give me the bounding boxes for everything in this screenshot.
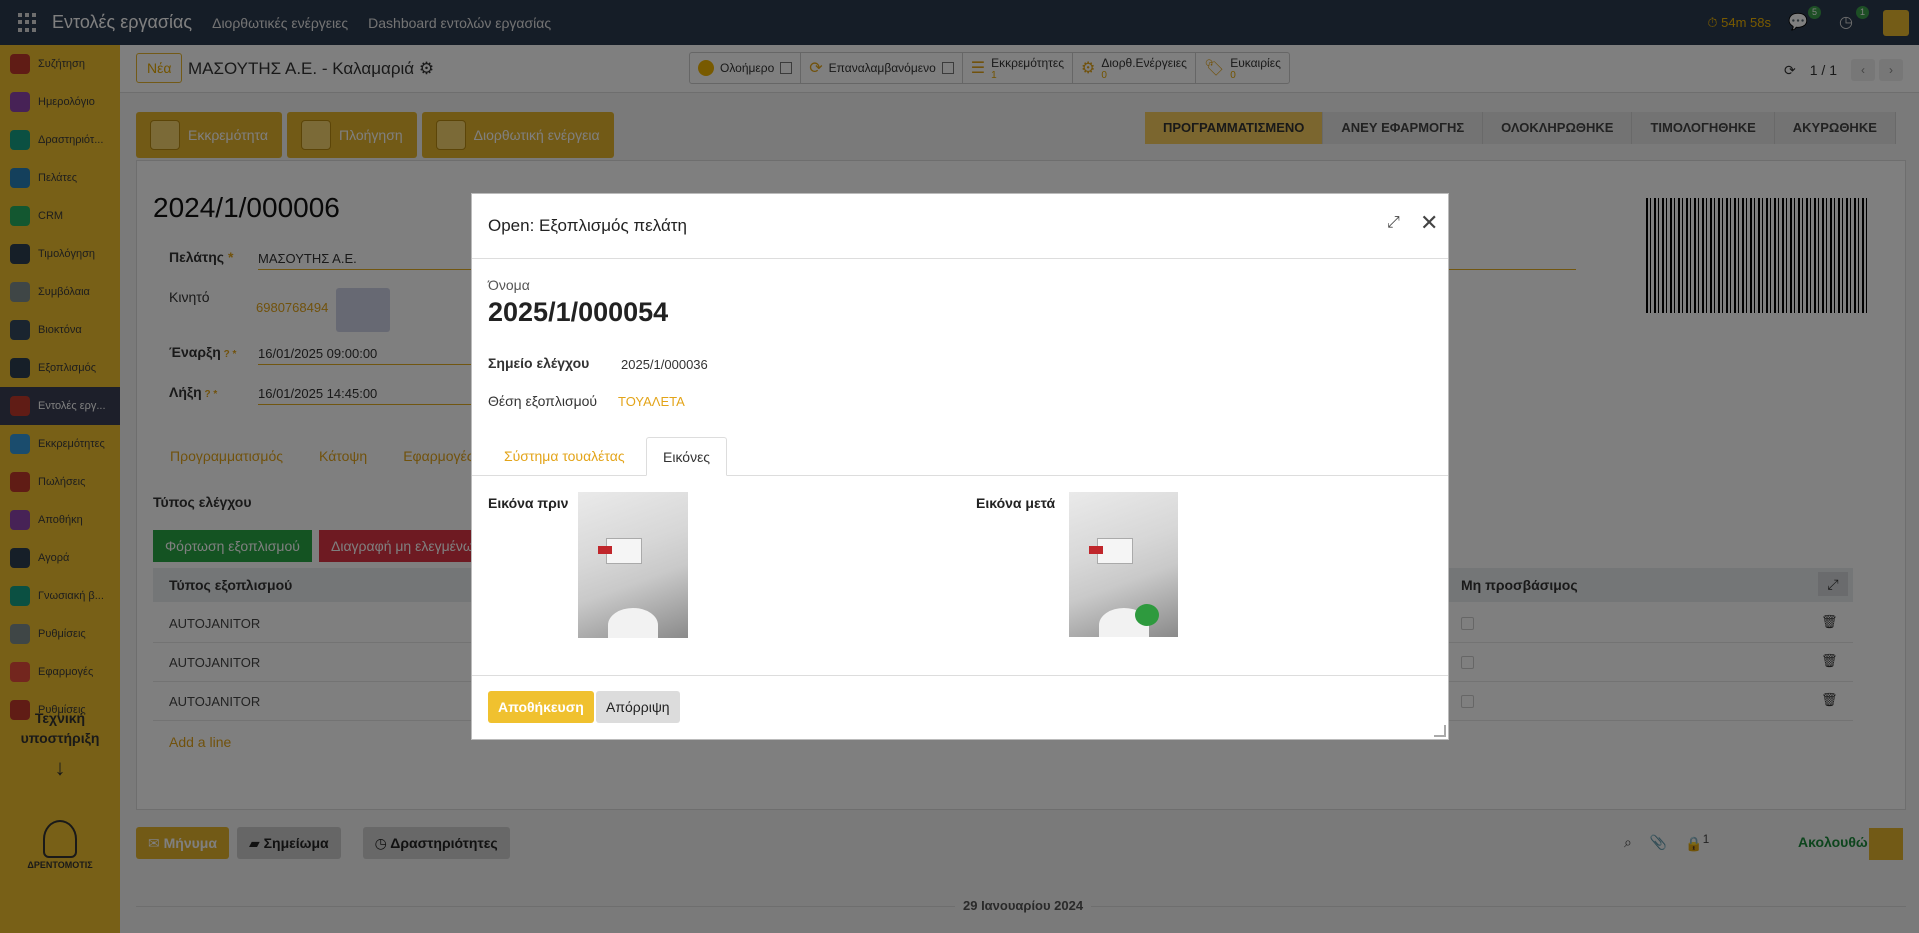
discard-button[interactable]: Απόρριψη: [596, 691, 680, 723]
close-icon[interactable]: ✕: [1420, 210, 1438, 236]
image-before-label: Εικόνα πριν: [488, 495, 569, 511]
dialog-title: Open: Εξοπλισμός πελάτη: [488, 216, 687, 235]
name-label: Όνομα: [488, 277, 530, 293]
green-object-shape: [1135, 604, 1159, 626]
image-before[interactable]: [578, 492, 688, 638]
dialog-header: Open: Εξοπλισμός πελάτη ⤢ ✕: [472, 194, 1448, 259]
tab-toilet-system[interactable]: Σύστημα τουαλέτας: [488, 437, 641, 476]
expand-icon[interactable]: ⤢: [1387, 214, 1400, 232]
position-field[interactable]: ΤΟΥΑΛΕΤΑ: [618, 394, 685, 409]
dialog-footer: Αποθήκευση Απόρριψη: [472, 675, 1448, 739]
position-label: Θέση εξοπλισμού: [488, 393, 598, 409]
toilet-shape: [608, 608, 658, 638]
red-sticker-shape: [1089, 546, 1103, 554]
checkpoint-field[interactable]: 2025/1/000036: [621, 357, 708, 372]
red-sticker-shape: [598, 546, 612, 554]
name-field[interactable]: 2025/1/000054: [488, 297, 668, 328]
image-after[interactable]: [1069, 492, 1178, 637]
equipment-dialog: Open: Εξοπλισμός πελάτη ⤢ ✕ Όνομα 2025/1…: [471, 193, 1449, 740]
dialog-tabs: Σύστημα τουαλέτας Εικόνες: [472, 437, 1448, 476]
checkpoint-label: Σημείο ελέγχου: [488, 355, 590, 371]
resize-handle[interactable]: [1434, 725, 1446, 737]
save-button[interactable]: Αποθήκευση: [488, 691, 594, 723]
tab-images[interactable]: Εικόνες: [646, 437, 728, 476]
image-after-label: Εικόνα μετά: [976, 495, 1056, 511]
